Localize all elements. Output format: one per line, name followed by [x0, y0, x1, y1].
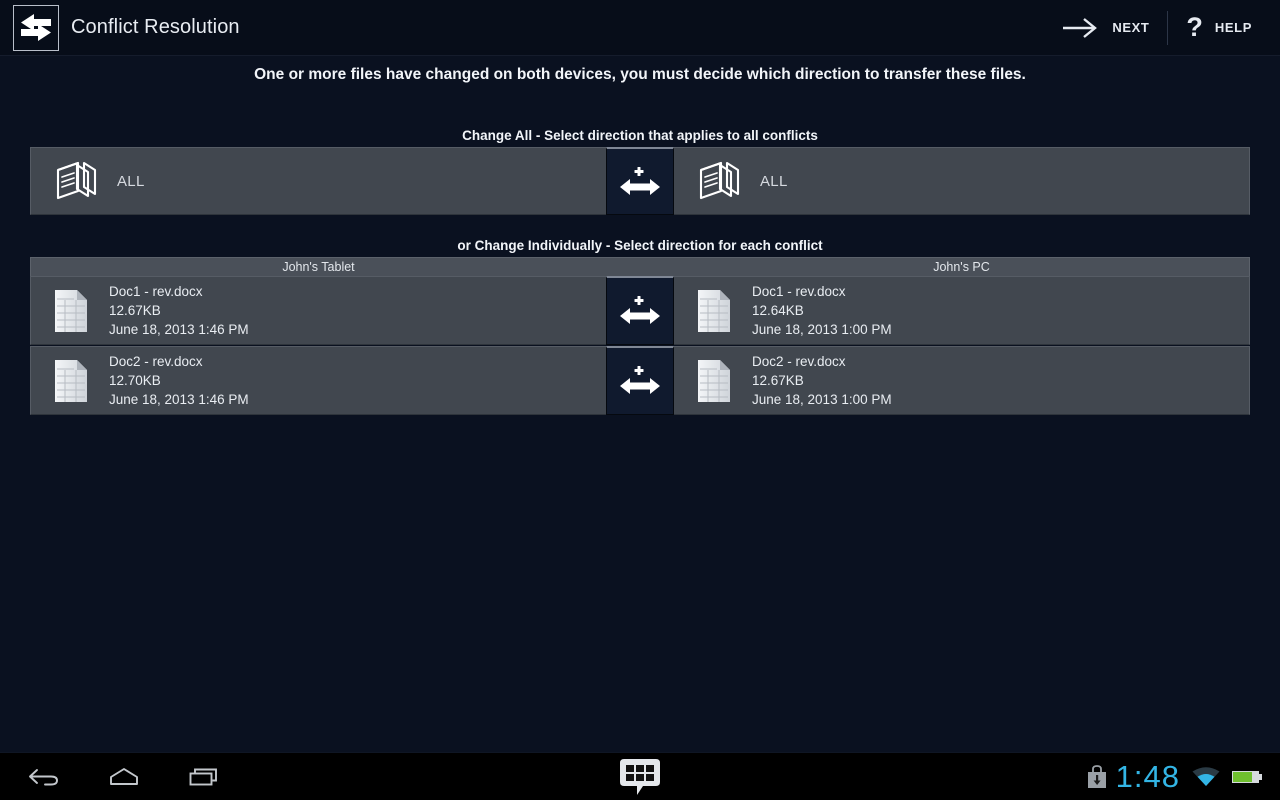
clock[interactable]: 1:48: [1116, 761, 1180, 792]
file-info: Doc2 - rev.docx 12.70KB June 18, 2013 1:…: [109, 352, 249, 409]
file-size: 12.67KB: [109, 303, 161, 318]
file-name: Doc1 - rev.docx: [752, 284, 846, 299]
conflict-row-0-direction-button[interactable]: [606, 276, 674, 345]
download-icon[interactable]: [1085, 764, 1109, 790]
column-header-row: John's Tablet John's PC: [30, 257, 1250, 276]
document-stack-icon: [49, 160, 103, 202]
document-icon: [690, 288, 738, 334]
conflict-row-0-right-file[interactable]: Doc1 - rev.docx 12.64KB June 18, 2013 1:…: [674, 276, 1250, 345]
file-name: Doc1 - rev.docx: [109, 284, 203, 299]
transfer-arrows-icon: [21, 13, 51, 41]
file-size: 12.70KB: [109, 373, 161, 388]
change-all-left-button[interactable]: ALL: [30, 147, 606, 215]
status-area: 1:48: [1080, 753, 1280, 800]
next-button[interactable]: NEXT: [1050, 0, 1161, 55]
ime-switcher-button[interactable]: [617, 756, 663, 798]
conflict-row-1-left-file[interactable]: Doc2 - rev.docx 12.70KB June 18, 2013 1:…: [30, 346, 606, 415]
file-date: June 18, 2013 1:00 PM: [752, 322, 892, 337]
change-individually-caption: or Change Individually - Select directio…: [457, 238, 823, 253]
table-row: Doc1 - rev.docx 12.67KB June 18, 2013 1:…: [30, 276, 1250, 345]
file-name: Doc2 - rev.docx: [109, 354, 203, 369]
conflict-list: John's Tablet John's PC Doc1 - rev.docx …: [30, 257, 1250, 415]
bidirectional-arrow-plus-icon: [620, 366, 660, 394]
title-bar: Conflict Resolution NEXT ? HELP: [0, 0, 1280, 56]
change-all-right-button[interactable]: ALL: [674, 147, 1250, 215]
back-arrow-icon: [29, 768, 58, 785]
change-all-direction-button[interactable]: [606, 147, 674, 215]
change-all-caption: Change All - Select direction that appli…: [462, 128, 818, 143]
file-info: Doc1 - rev.docx 12.67KB June 18, 2013 1:…: [109, 282, 249, 339]
document-icon: [690, 358, 738, 404]
recent-apps-button[interactable]: [164, 753, 244, 800]
back-button[interactable]: [4, 753, 84, 800]
file-date: June 18, 2013 1:00 PM: [752, 392, 892, 407]
page-title: Conflict Resolution: [71, 16, 240, 38]
bidirectional-arrow-plus-icon: [620, 296, 660, 324]
file-size: 12.64KB: [752, 303, 804, 318]
file-info: Doc2 - rev.docx 12.67KB June 18, 2013 1:…: [752, 352, 892, 409]
file-size: 12.67KB: [752, 373, 804, 388]
title-bar-actions: NEXT ? HELP: [1050, 0, 1280, 55]
system-navigation-bar: 1:48: [0, 752, 1280, 800]
column-header-left: John's Tablet: [282, 260, 355, 274]
change-all-left-label: ALL: [117, 172, 145, 190]
bidirectional-arrow-plus-icon: [620, 166, 660, 195]
conflict-row-1-direction-button[interactable]: [606, 346, 674, 415]
column-header-gap: [606, 258, 674, 276]
conflict-resolution-screen: Conflict Resolution NEXT ? HELP One or m…: [0, 0, 1280, 800]
file-name: Doc2 - rev.docx: [752, 354, 846, 369]
conflict-row-0-left-file[interactable]: Doc1 - rev.docx 12.67KB June 18, 2013 1:…: [30, 276, 606, 345]
arrow-right-icon: [1063, 17, 1098, 38]
navigation-buttons: [4, 753, 244, 800]
change-all-panel: ALL ALL: [30, 147, 1250, 215]
conflict-row-1-right-file[interactable]: Doc2 - rev.docx 12.67KB June 18, 2013 1:…: [674, 346, 1250, 415]
document-icon: [47, 288, 95, 334]
change-all-right-label: ALL: [760, 172, 788, 190]
title-bar-divider: [1167, 10, 1169, 45]
next-button-label: NEXT: [1112, 20, 1150, 35]
table-row: Doc2 - rev.docx 12.70KB June 18, 2013 1:…: [30, 346, 1250, 415]
home-icon: [110, 767, 138, 785]
file-info: Doc1 - rev.docx 12.64KB June 18, 2013 1:…: [752, 282, 892, 339]
home-button[interactable]: [84, 753, 164, 800]
help-button[interactable]: ? HELP: [1174, 0, 1264, 55]
wifi-icon[interactable]: [1191, 765, 1221, 789]
column-header-right: John's PC: [933, 260, 990, 274]
app-icon: [13, 4, 59, 51]
file-date: June 18, 2013 1:46 PM: [109, 392, 249, 407]
instruction-text: One or more files have changed on both d…: [254, 66, 1026, 83]
help-button-label: HELP: [1214, 20, 1252, 35]
document-stack-icon: [692, 160, 746, 202]
battery-icon[interactable]: [1231, 767, 1263, 787]
keyboard-ime-icon: [620, 758, 660, 795]
file-date: June 18, 2013 1:46 PM: [109, 322, 249, 337]
recent-apps-icon: [189, 768, 217, 785]
question-mark-icon: ?: [1186, 12, 1203, 42]
document-icon: [47, 358, 95, 404]
